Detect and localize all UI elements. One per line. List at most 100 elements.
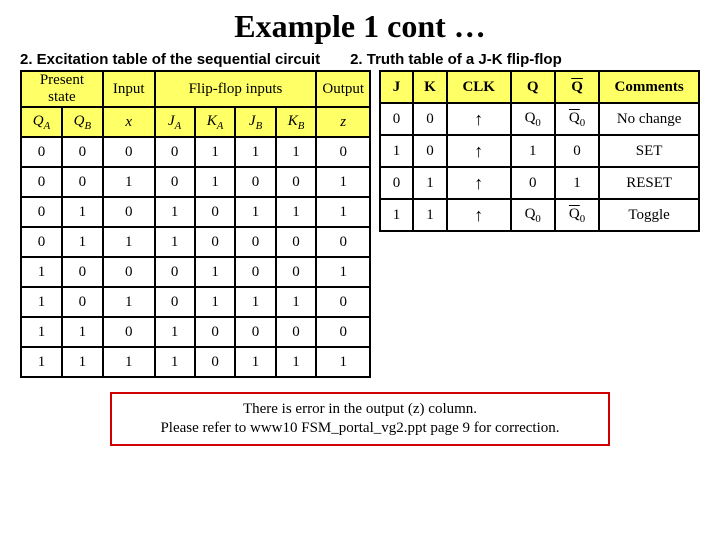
cell: Q0 xyxy=(555,103,599,135)
cell: 1 xyxy=(103,287,155,317)
cell: 1 xyxy=(155,227,195,257)
error-note: There is error in the output (z) column.… xyxy=(110,392,610,446)
cell: Q0 xyxy=(511,199,555,231)
cell: Q0 xyxy=(511,103,555,135)
tables-container: Present state Input Flip-flop inputs Out… xyxy=(0,70,720,378)
cell: 1 xyxy=(413,199,447,231)
error-line-2: Please refer to www10 FSM_portal_vg2.ppt… xyxy=(160,420,559,436)
header-ff-inputs: Flip-flop inputs xyxy=(155,71,317,107)
cell: 0 xyxy=(555,135,599,167)
cell: 0 xyxy=(62,137,103,167)
cell: 1 xyxy=(511,135,555,167)
truth-subtitle: 2. Truth table of a J-K flip-flop xyxy=(350,51,700,68)
table-row: 10101110 xyxy=(21,287,370,317)
col-x: x xyxy=(103,107,155,137)
col-KB: KB xyxy=(276,107,317,137)
cell: 0 xyxy=(235,317,275,347)
cell: 0 xyxy=(276,227,317,257)
cell: 1 xyxy=(21,287,62,317)
cell: 0 xyxy=(235,227,275,257)
cell: 0 xyxy=(155,257,195,287)
cell: 0 xyxy=(413,103,447,135)
cell: RESET xyxy=(599,167,699,199)
header-row-2: QA QB x JA KA JB KB z xyxy=(21,107,370,137)
cell: 1 xyxy=(195,257,236,287)
cell: 1 xyxy=(103,227,155,257)
error-line-1: There is error in the output (z) column. xyxy=(243,401,477,417)
table-row: 10↑10SET xyxy=(380,135,699,167)
cell: 1 xyxy=(276,287,317,317)
cell: 0 xyxy=(195,347,236,377)
cell: 1 xyxy=(21,317,62,347)
cell: ↑ xyxy=(447,135,511,167)
col-J: J xyxy=(380,71,413,103)
col-z: z xyxy=(316,107,370,137)
cell: 1 xyxy=(380,135,413,167)
excitation-subtitle: 2. Excitation table of the sequential ci… xyxy=(20,51,320,68)
table-row: 00101001 xyxy=(21,167,370,197)
cell: 0 xyxy=(62,167,103,197)
col-Q: Q xyxy=(511,71,555,103)
col-QB: QB xyxy=(62,107,103,137)
cell: 0 xyxy=(276,257,317,287)
truth-table: J K CLK Q Q Comments 00↑Q0Q0No change10↑… xyxy=(379,70,700,232)
cell: 1 xyxy=(62,197,103,227)
cell: 0 xyxy=(195,317,236,347)
cell: 1 xyxy=(316,257,370,287)
cell: 1 xyxy=(21,347,62,377)
page-title: Example 1 cont … xyxy=(0,8,720,45)
cell: 0 xyxy=(235,167,275,197)
cell: 0 xyxy=(155,167,195,197)
cell: 0 xyxy=(276,167,317,197)
cell: 1 xyxy=(235,287,275,317)
table-row: 00↑Q0Q0No change xyxy=(380,103,699,135)
table-row: 01↑01RESET xyxy=(380,167,699,199)
cell: 0 xyxy=(195,197,236,227)
table-row: 11↑Q0Q0Toggle xyxy=(380,199,699,231)
cell: 0 xyxy=(316,317,370,347)
col-K: K xyxy=(413,71,447,103)
col-comments: Comments xyxy=(599,71,699,103)
cell: 0 xyxy=(155,287,195,317)
cell: 1 xyxy=(235,347,275,377)
cell: 1 xyxy=(21,257,62,287)
cell: Q0 xyxy=(555,199,599,231)
subtitles-row: 2. Excitation table of the sequential ci… xyxy=(0,51,720,70)
cell: 1 xyxy=(316,167,370,197)
table-row: 10001001 xyxy=(21,257,370,287)
cell: 1 xyxy=(276,347,317,377)
cell: 1 xyxy=(62,227,103,257)
cell: 0 xyxy=(103,257,155,287)
cell: 1 xyxy=(235,137,275,167)
truth-header-row: J K CLK Q Q Comments xyxy=(380,71,699,103)
cell: 1 xyxy=(316,197,370,227)
cell: ↑ xyxy=(447,167,511,199)
cell: 0 xyxy=(21,137,62,167)
cell: 1 xyxy=(103,347,155,377)
table-row: 01010111 xyxy=(21,197,370,227)
cell: 1 xyxy=(413,167,447,199)
excitation-table: Present state Input Flip-flop inputs Out… xyxy=(20,70,371,378)
cell: 0 xyxy=(276,317,317,347)
cell: 1 xyxy=(103,167,155,197)
cell: 0 xyxy=(316,227,370,257)
cell: 1 xyxy=(155,347,195,377)
cell: 0 xyxy=(103,137,155,167)
col-JA: JA xyxy=(155,107,195,137)
col-QA: QA xyxy=(21,107,62,137)
cell: 0 xyxy=(103,197,155,227)
cell: 0 xyxy=(21,167,62,197)
cell: 0 xyxy=(62,257,103,287)
cell: 1 xyxy=(62,317,103,347)
table-row: 00001110 xyxy=(21,137,370,167)
col-Qbar: Q xyxy=(555,71,599,103)
cell: 0 xyxy=(62,287,103,317)
cell: ↑ xyxy=(447,199,511,231)
table-row: 01110000 xyxy=(21,227,370,257)
cell: 1 xyxy=(380,199,413,231)
cell: 0 xyxy=(316,287,370,317)
cell: 0 xyxy=(21,197,62,227)
cell: 0 xyxy=(155,137,195,167)
col-CLK: CLK xyxy=(447,71,511,103)
cell: 1 xyxy=(235,197,275,227)
